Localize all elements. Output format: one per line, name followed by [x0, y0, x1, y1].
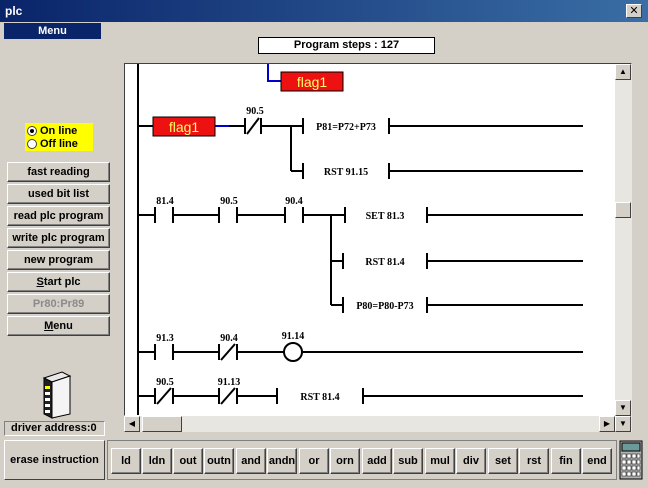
instr-rst-button[interactable]: rst	[519, 448, 549, 474]
instr-fin-button[interactable]: fin	[551, 448, 581, 474]
mode-radio-group: On line Off line	[25, 123, 93, 151]
instr-sub-button[interactable]: sub	[393, 448, 423, 474]
horizontal-scroll-thumb[interactable]	[142, 416, 182, 432]
fast-reading-button[interactable]: fast reading	[7, 162, 110, 182]
instr-end-button[interactable]: end	[582, 448, 612, 474]
r2-coil2-label: RST 81.4	[365, 257, 404, 268]
scroll-right-button-2[interactable]: ▼	[615, 416, 631, 432]
flag-left-label: flag1	[169, 119, 200, 135]
radio-off-line[interactable]: Off line	[27, 137, 78, 150]
program-steps-display: Program steps : 127	[258, 37, 435, 54]
r4-coil-label: RST 81.4	[300, 392, 339, 403]
r3-contact1-label: 91.3	[156, 333, 174, 344]
r2-coil3-label: P80=P80-P73	[356, 301, 413, 312]
read-plc-program-button[interactable]: read plc program	[7, 206, 110, 226]
scroll-left-button[interactable]: ◀	[124, 416, 140, 432]
r4-contact2-label: 91.13	[218, 377, 241, 388]
close-button[interactable]: ✕	[626, 4, 642, 18]
r2-contact2-label: 90.5	[220, 196, 238, 207]
instr-mul-button[interactable]: mul	[425, 448, 455, 474]
r3-contact2-label: 90.4	[220, 333, 238, 344]
scroll-right-button[interactable]: ▶	[599, 416, 615, 432]
flag-top-label: flag1	[297, 74, 328, 90]
r1-contact-label: 90.5	[246, 106, 264, 117]
r3-output-label: 91.14	[282, 331, 305, 342]
scroll-up-button[interactable]: ▲	[615, 64, 631, 80]
r4-contact1-label: 90.5	[156, 377, 174, 388]
vertical-scroll-thumb[interactable]	[615, 202, 631, 218]
radio-on-line[interactable]: On line	[27, 124, 77, 137]
r1-coil1-label: P81=P72+P73	[316, 122, 376, 133]
window-title: plc	[5, 4, 23, 18]
instr-add-button[interactable]: add	[362, 448, 392, 474]
driver-address-label: driver address:0	[4, 421, 105, 436]
instr-set-button[interactable]: set	[488, 448, 518, 474]
pr80-pr89-button[interactable]: Pr80:Pr89	[7, 294, 110, 314]
erase-instruction-button[interactable]: erase instruction	[4, 440, 105, 480]
menu-bar-item[interactable]: Menu	[4, 23, 101, 39]
instr-or-button[interactable]: or	[299, 448, 329, 474]
scroll-down-button[interactable]: ▼	[615, 400, 631, 416]
r2-contact1-label: 81.4	[156, 196, 174, 207]
used-bit-list-button[interactable]: used bit list	[7, 184, 110, 204]
instr-orn-button[interactable]: orn	[330, 448, 360, 474]
start-plc-button[interactable]: Start plc	[7, 272, 110, 292]
menu-button[interactable]: Menu	[7, 316, 110, 336]
radio-dot-on-line	[27, 125, 37, 136]
vertical-scrollbar[interactable]: ▲ ▼	[615, 64, 632, 416]
instr-andn-button[interactable]: andn	[267, 448, 297, 474]
calculator-icon[interactable]	[619, 440, 643, 480]
title-bar: plc ✕	[0, 0, 648, 22]
instr-and-button[interactable]: and	[236, 448, 266, 474]
r1-coil2-label: RST 91.15	[324, 167, 368, 178]
radio-label-on-line: On line	[40, 124, 78, 137]
accelerator-letter: S	[36, 276, 44, 288]
horizontal-scrollbar[interactable]: ◀ ▶ ▼	[124, 416, 632, 432]
accelerator-letter: M	[44, 320, 54, 332]
instruction-toolbar: ld ldn out outn and andn or orn add sub …	[107, 440, 617, 480]
instr-ld-button[interactable]: ld	[111, 448, 141, 474]
ladder-canvas[interactable]: flag1 flag1 90.5 P81=P72+P73 RST 91.15 8…	[124, 63, 632, 416]
radio-dot-off-line	[27, 138, 37, 149]
new-program-button[interactable]: new program	[7, 250, 110, 270]
r2-contact3-label: 90.4	[285, 196, 303, 207]
write-plc-program-button[interactable]: write plc program	[7, 228, 110, 248]
instr-out-button[interactable]: out	[173, 448, 203, 474]
r2-coil1-label: SET 81.3	[366, 211, 405, 222]
instr-div-button[interactable]: div	[456, 448, 486, 474]
instr-ldn-button[interactable]: ldn	[142, 448, 172, 474]
ladder-diagram[interactable]: flag1 flag1 90.5 P81=P72+P73 RST 91.15 8…	[125, 64, 632, 416]
radio-label-off-line: Off line	[40, 137, 78, 150]
plc-device-icon	[42, 371, 72, 419]
instr-outn-button[interactable]: outn	[204, 448, 234, 474]
